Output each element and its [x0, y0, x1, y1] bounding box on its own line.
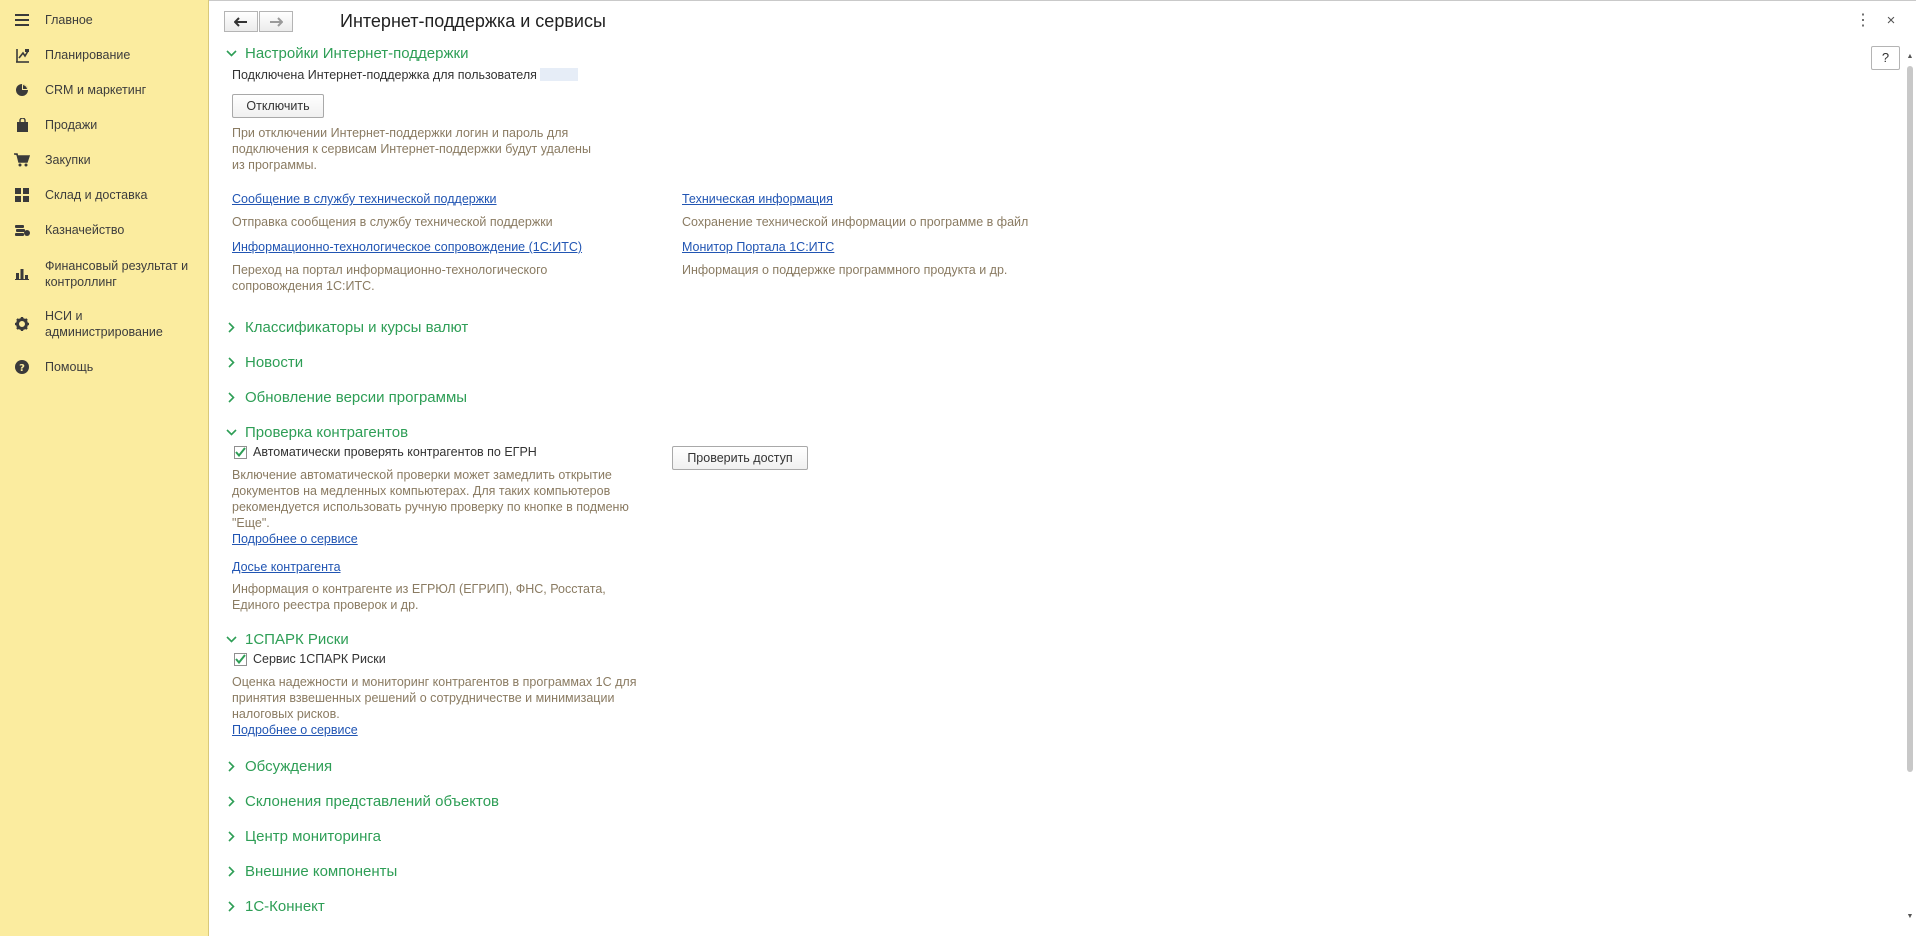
chevron-right-icon: [224, 391, 238, 403]
sidebar-item-label: Склад и доставка: [45, 188, 148, 202]
section-title: Обсуждения: [245, 757, 333, 775]
close-icon[interactable]: ×: [1884, 12, 1898, 30]
page-title: Интернет-поддержка и сервисы: [340, 11, 606, 31]
arrow-right-icon: [270, 16, 283, 27]
section-title: Новости: [245, 353, 304, 371]
menu-icon: [14, 12, 30, 28]
checkmark-icon: [234, 445, 247, 459]
sidebar-item-label: CRM и маркетинг: [45, 83, 147, 97]
support-status-text: Подключена Интернет-поддержка для пользо…: [232, 68, 537, 82]
scroll-down-icon[interactable]: ▼: [1905, 912, 1915, 922]
masked-username: [539, 68, 578, 81]
section-news-header[interactable]: Новости: [224, 352, 303, 372]
section-title: 1С-Коннект: [245, 897, 325, 915]
sidebar-item-label: Продажи: [45, 118, 98, 132]
section-classifiers-header[interactable]: Классификаторы и курсы валют: [224, 317, 468, 337]
more-icon[interactable]: ⋮: [1855, 12, 1871, 30]
bar-chart-icon: [14, 266, 30, 282]
section-connect-header[interactable]: 1С-Коннект: [224, 896, 325, 916]
help-button[interactable]: ?: [1871, 46, 1900, 70]
scroll-up-icon[interactable]: ▲: [1905, 52, 1915, 62]
scrollbar[interactable]: ▲ ▼: [1905, 52, 1915, 924]
section-counterparty-header[interactable]: Проверка контрагентов: [224, 422, 408, 442]
chevron-right-icon: [224, 900, 238, 912]
sidebar-item-label: Помощь: [45, 360, 94, 374]
pie-chart-icon: [14, 82, 30, 98]
dossier-desc: Информация о контрагенте из ЕГРЮЛ (ЕГРИП…: [232, 582, 606, 612]
coins-icon: [14, 222, 30, 238]
section-declensions-header[interactable]: Склонения представлений объектов: [224, 791, 499, 811]
section-spark-header[interactable]: 1СПАРК Риски: [224, 629, 349, 649]
sidebar-item-label: Казначейство: [45, 223, 125, 237]
sidebar-item-label: Главное: [45, 13, 93, 27]
spark-desc: Оценка надежности и мониторинг контраген…: [232, 675, 637, 721]
question-icon: ?: [14, 359, 30, 375]
link-support-message-desc: Отправка сообщения в службу технической …: [232, 215, 553, 229]
cart-icon: [14, 152, 30, 168]
chevron-right-icon: [224, 830, 238, 842]
disable-note: При отключении Интернет-поддержки логин …: [232, 126, 591, 172]
link-its-monitor-desc: Информация о поддержке программного прод…: [682, 263, 1008, 277]
chevron-down-icon: [224, 635, 238, 643]
support-status: Подключена Интернет-поддержка для пользо…: [232, 68, 578, 82]
window-top-border: [0, 0, 1916, 1]
link-support-message[interactable]: Сообщение в службу технической поддержки: [232, 192, 497, 206]
sidebar-item-label: Финансовый результат и контроллинг: [45, 259, 189, 289]
section-update-header[interactable]: Обновление версии программы: [224, 387, 467, 407]
section-title: Склонения представлений объектов: [245, 792, 500, 810]
gear-icon: [14, 316, 30, 332]
checkbox-label: Автоматически проверять контрагентов по …: [253, 445, 537, 459]
dossier-link[interactable]: Досье контрагента: [232, 560, 341, 574]
planning-icon: [14, 47, 30, 63]
checkbox-label: Сервис 1СПАРК Риски: [253, 652, 386, 666]
bag-icon: [14, 117, 30, 133]
section-title: Настройки Интернет-поддержки: [245, 44, 469, 62]
chevron-down-icon: [224, 49, 238, 57]
grid-icon: [14, 187, 30, 203]
chevron-right-icon: [224, 865, 238, 877]
sidebar: Главное Планирование CRM и маркетинг Про…: [0, 0, 209, 936]
section-title: Внешние компоненты: [245, 862, 398, 880]
link-tech-info-desc: Сохранение технической информации о прог…: [682, 215, 1029, 229]
spark-service-checkbox[interactable]: Сервис 1СПАРК Риски: [234, 652, 386, 666]
scroll-thumb[interactable]: [1907, 66, 1913, 772]
section-discussions-header[interactable]: Обсуждения: [224, 756, 332, 776]
auto-check-note: Включение автоматической проверки может …: [232, 468, 629, 530]
chevron-right-icon: [224, 356, 238, 368]
link-tech-info[interactable]: Техническая информация: [682, 192, 833, 206]
chevron-right-icon: [224, 760, 238, 772]
link-its-monitor[interactable]: Монитор Портала 1С:ИТС: [682, 240, 834, 254]
chevron-right-icon: [224, 795, 238, 807]
section-title: Центр мониторинга: [245, 827, 381, 845]
arrow-left-icon: [234, 16, 247, 27]
link-its[interactable]: Информационно-технологическое сопровожде…: [232, 240, 582, 254]
spark-more-link[interactable]: Подробнее о сервисе: [232, 723, 358, 737]
forward-button[interactable]: [259, 11, 293, 32]
link-its-desc: Переход на портал информационно-технолог…: [232, 263, 548, 293]
auto-check-checkbox[interactable]: Автоматически проверять контрагентов по …: [234, 445, 537, 459]
sidebar-item-label: НСИ и администрирование: [45, 309, 163, 339]
back-button[interactable]: [224, 11, 258, 32]
section-title: Классификаторы и курсы валют: [245, 318, 469, 336]
checkmark-icon: [234, 652, 247, 666]
section-title: 1СПАРК Риски: [245, 630, 349, 648]
chevron-right-icon: [224, 321, 238, 333]
chevron-down-icon: [224, 428, 238, 436]
section-support-header[interactable]: Настройки Интернет-поддержки: [224, 43, 468, 63]
section-title: Обновление версии программы: [245, 388, 468, 406]
sidebar-item-label: Планирование: [45, 48, 131, 62]
section-title: Проверка контрагентов: [245, 423, 409, 441]
counterparty-more-link[interactable]: Подробнее о сервисе: [232, 532, 358, 546]
sidebar-item-label: Закупки: [45, 153, 91, 167]
section-components-header[interactable]: Внешние компоненты: [224, 861, 397, 881]
disable-support-button[interactable]: Отключить: [232, 94, 324, 118]
check-access-button[interactable]: Проверить доступ: [672, 446, 808, 470]
svg-text:?: ?: [19, 363, 25, 374]
section-monitoring-header[interactable]: Центр мониторинга: [224, 826, 381, 846]
